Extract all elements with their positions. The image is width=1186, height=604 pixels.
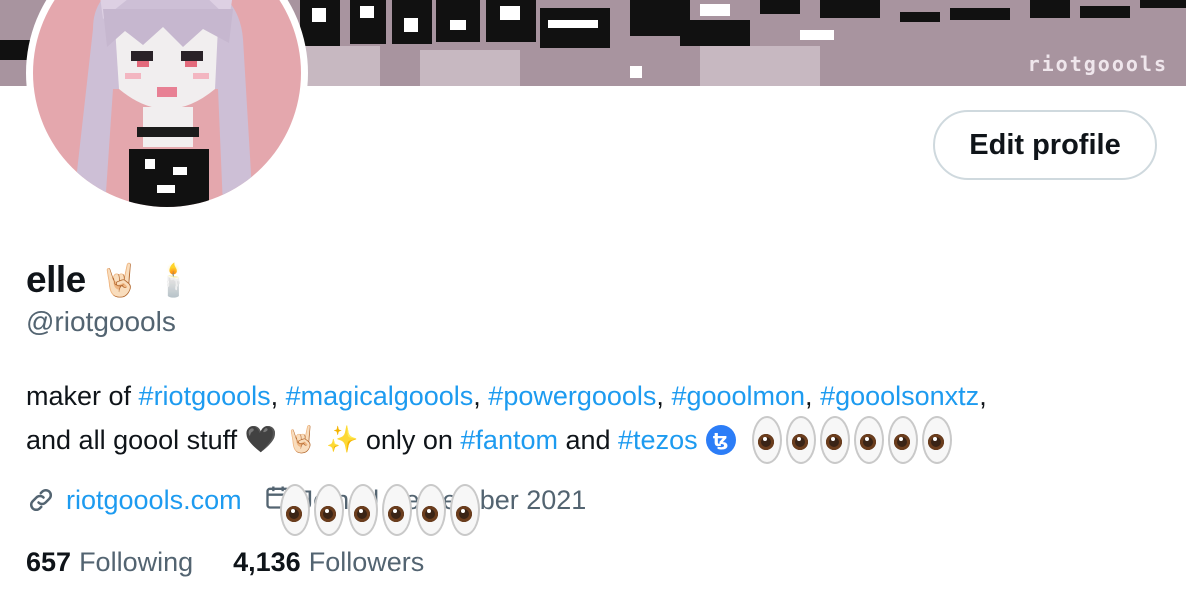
bio-line-2: and all goool stuff 🖤 🤘🏻 ✨ only on #fant…: [26, 416, 1156, 464]
eyes-emoji-icon: [751, 416, 956, 464]
profile-handle: @riotgoools: [26, 306, 176, 337]
hashtag-link[interactable]: #powergoools: [488, 381, 656, 411]
bio-text: and all goool stuff: [26, 425, 245, 455]
candle-emoji-icon: 🕯️: [153, 261, 194, 299]
rock-hand-emoji-icon: 🤘🏻: [99, 261, 140, 299]
bio-text: ,: [979, 381, 987, 411]
bio-text: and: [557, 425, 619, 455]
profile-bio: maker of #riotgoools, #magicalgoools, #p…: [26, 376, 1156, 464]
avatar-image: [33, 0, 301, 207]
display-name: elle: [26, 259, 86, 300]
followers-link[interactable]: 4,136 Followers: [233, 547, 424, 578]
eye-icon: [751, 416, 782, 464]
hashtag-link[interactable]: #gooolsonxtz: [820, 381, 979, 411]
eye-icon: [416, 484, 446, 536]
hashtag-link[interactable]: #gooolmon: [671, 381, 805, 411]
bio-separator: ,: [473, 381, 489, 411]
eye-icon: [853, 416, 884, 464]
banner-signature: riotgoools: [1027, 52, 1168, 76]
website-link[interactable]: riotgoools.com: [66, 485, 242, 516]
hashtag-tezos-link[interactable]: #tezos: [618, 420, 698, 460]
eye-icon: [314, 484, 344, 536]
eye-icon: [348, 484, 378, 536]
eye-icon: [921, 416, 952, 464]
link-icon: [26, 485, 56, 515]
followers-label: Followers: [308, 546, 425, 577]
eye-icon: [382, 484, 412, 536]
eye-icon: [785, 416, 816, 464]
bio-separator: ,: [805, 381, 821, 411]
bio-separator: ,: [270, 381, 286, 411]
heart-sparkle-emoji-icon: 🖤 🤘🏻 ✨: [244, 425, 359, 455]
followers-count: 4,136: [233, 546, 301, 577]
hashtag-fantom-link[interactable]: #fantom: [460, 420, 558, 460]
profile-name-row: elle 🤘🏻 🕯️: [26, 256, 193, 304]
bio-text: only on: [358, 425, 461, 455]
hashtag-link[interactable]: #riotgoools: [139, 381, 271, 411]
eye-icon: [887, 416, 918, 464]
follow-stats: 657 Following 4,136 Followers: [26, 542, 424, 582]
bio-separator: ,: [656, 381, 672, 411]
tezos-icon: ꜩ: [705, 425, 736, 455]
following-label: Following: [79, 546, 194, 577]
edit-profile-button[interactable]: Edit profile: [933, 110, 1157, 180]
following-link[interactable]: 657 Following: [26, 547, 193, 578]
eye-icon: [819, 416, 850, 464]
profile-avatar[interactable]: [26, 0, 308, 214]
bio-line-1: maker of #riotgoools, #magicalgoools, #p…: [26, 376, 1156, 416]
eyes-overlay-emoji-icon: [280, 484, 484, 536]
bio-text: maker of: [26, 381, 139, 411]
eye-icon: [450, 484, 480, 536]
hashtag-link[interactable]: #magicalgoools: [286, 381, 474, 411]
eye-icon: [280, 484, 310, 536]
following-count: 657: [26, 546, 72, 577]
